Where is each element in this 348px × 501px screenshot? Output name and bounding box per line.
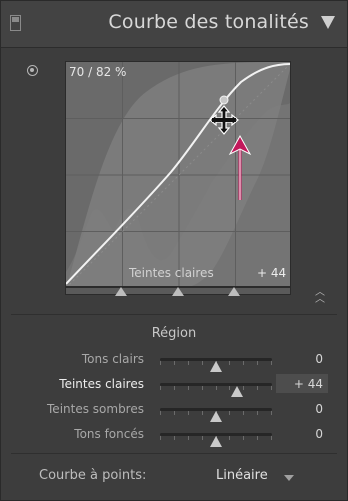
slider-label: Teintes sombres: [47, 402, 144, 416]
region-slider-row: Tons foncés 0: [1, 425, 347, 447]
slider-tick: [271, 361, 272, 365]
slider-tick: [229, 386, 230, 390]
triangle-down-icon[interactable]: [321, 16, 335, 29]
slider-label: Tons clairs: [81, 352, 144, 366]
slider-tick: [243, 436, 244, 440]
slider-track[interactable]: [160, 383, 272, 397]
slider-track[interactable]: [160, 358, 272, 372]
slider-tick: [188, 386, 189, 390]
slider-tick: [202, 361, 203, 365]
expand-chevron-icon[interactable]: ︿ ︿: [313, 288, 327, 305]
slider-value: 0: [315, 427, 323, 441]
slider-tick: [202, 386, 203, 390]
tone-curve-graph[interactable]: [65, 61, 291, 287]
region-section-title: Région: [151, 326, 197, 341]
slider-tick: [243, 386, 244, 390]
slider-thumb[interactable]: [231, 386, 243, 397]
panel-header[interactable]: Courbe des tonalités: [1, 1, 347, 48]
slider-track[interactable]: [160, 433, 272, 447]
slider-label: Tons foncés: [74, 427, 144, 441]
slider-tick: [257, 436, 258, 440]
slider-tick: [229, 361, 230, 365]
slider-tick: [202, 436, 203, 440]
split-point-handle[interactable]: [172, 287, 184, 296]
slider-tick: [271, 386, 272, 390]
slider-value[interactable]: + 44: [294, 377, 323, 391]
slider-tick: [243, 361, 244, 365]
panel-title: Courbe des tonalités: [108, 11, 309, 33]
slider-thumb[interactable]: [210, 436, 222, 447]
chevron-down-icon[interactable]: [284, 475, 294, 481]
slider-thumb[interactable]: [210, 361, 222, 372]
slider-tick: [257, 386, 258, 390]
split-point-handle[interactable]: [115, 287, 127, 296]
slider-tick: [174, 436, 175, 440]
slider-value: 0: [315, 352, 323, 366]
slider-tick: [160, 386, 161, 390]
point-curve-label: Courbe à points:: [39, 468, 147, 483]
slider-tick: [160, 361, 161, 365]
slider-tick: [257, 361, 258, 365]
slider-tick: [160, 411, 161, 415]
divider: [11, 314, 337, 315]
divider: [11, 453, 337, 454]
slider-tick: [174, 361, 175, 365]
slider-track[interactable]: [160, 408, 272, 422]
slider-tick: [229, 411, 230, 415]
slider-label: Teintes claires: [59, 377, 144, 391]
slider-tick: [271, 411, 272, 415]
region-slider-row: Tons clairs 0: [1, 350, 347, 372]
target-adjustment-icon[interactable]: [27, 65, 38, 76]
point-curve-select[interactable]: Linéaire: [216, 468, 268, 483]
slider-tick: [271, 436, 272, 440]
slider-value: 0: [315, 402, 323, 416]
curve-readout: 70 / 82 %: [69, 65, 127, 79]
slider-tick: [216, 386, 217, 390]
slider-tick: [174, 386, 175, 390]
curve-region-value: + 44: [257, 266, 287, 280]
slider-tick: [243, 411, 244, 415]
slider-thumb[interactable]: [210, 411, 222, 422]
region-slider-row: Teintes claires + 44: [1, 374, 347, 397]
slider-tick: [229, 436, 230, 440]
region-slider-row: Teintes sombres 0: [1, 400, 347, 422]
slider-tick: [202, 411, 203, 415]
curve-point-handle[interactable]: [219, 95, 229, 105]
curve-region-label: Teintes claires: [129, 266, 214, 280]
panel-switch-icon[interactable]: [10, 15, 21, 31]
tone-curve-panel: Courbe des tonalités 70 / 82 % Teintes c…: [0, 0, 348, 501]
slider-tick: [174, 411, 175, 415]
slider-tick: [257, 411, 258, 415]
split-point-handle[interactable]: [228, 287, 240, 296]
curve-canvas: [66, 62, 290, 286]
slider-tick: [188, 411, 189, 415]
slider-tick: [188, 361, 189, 365]
slider-tick: [188, 436, 189, 440]
slider-tick: [160, 436, 161, 440]
